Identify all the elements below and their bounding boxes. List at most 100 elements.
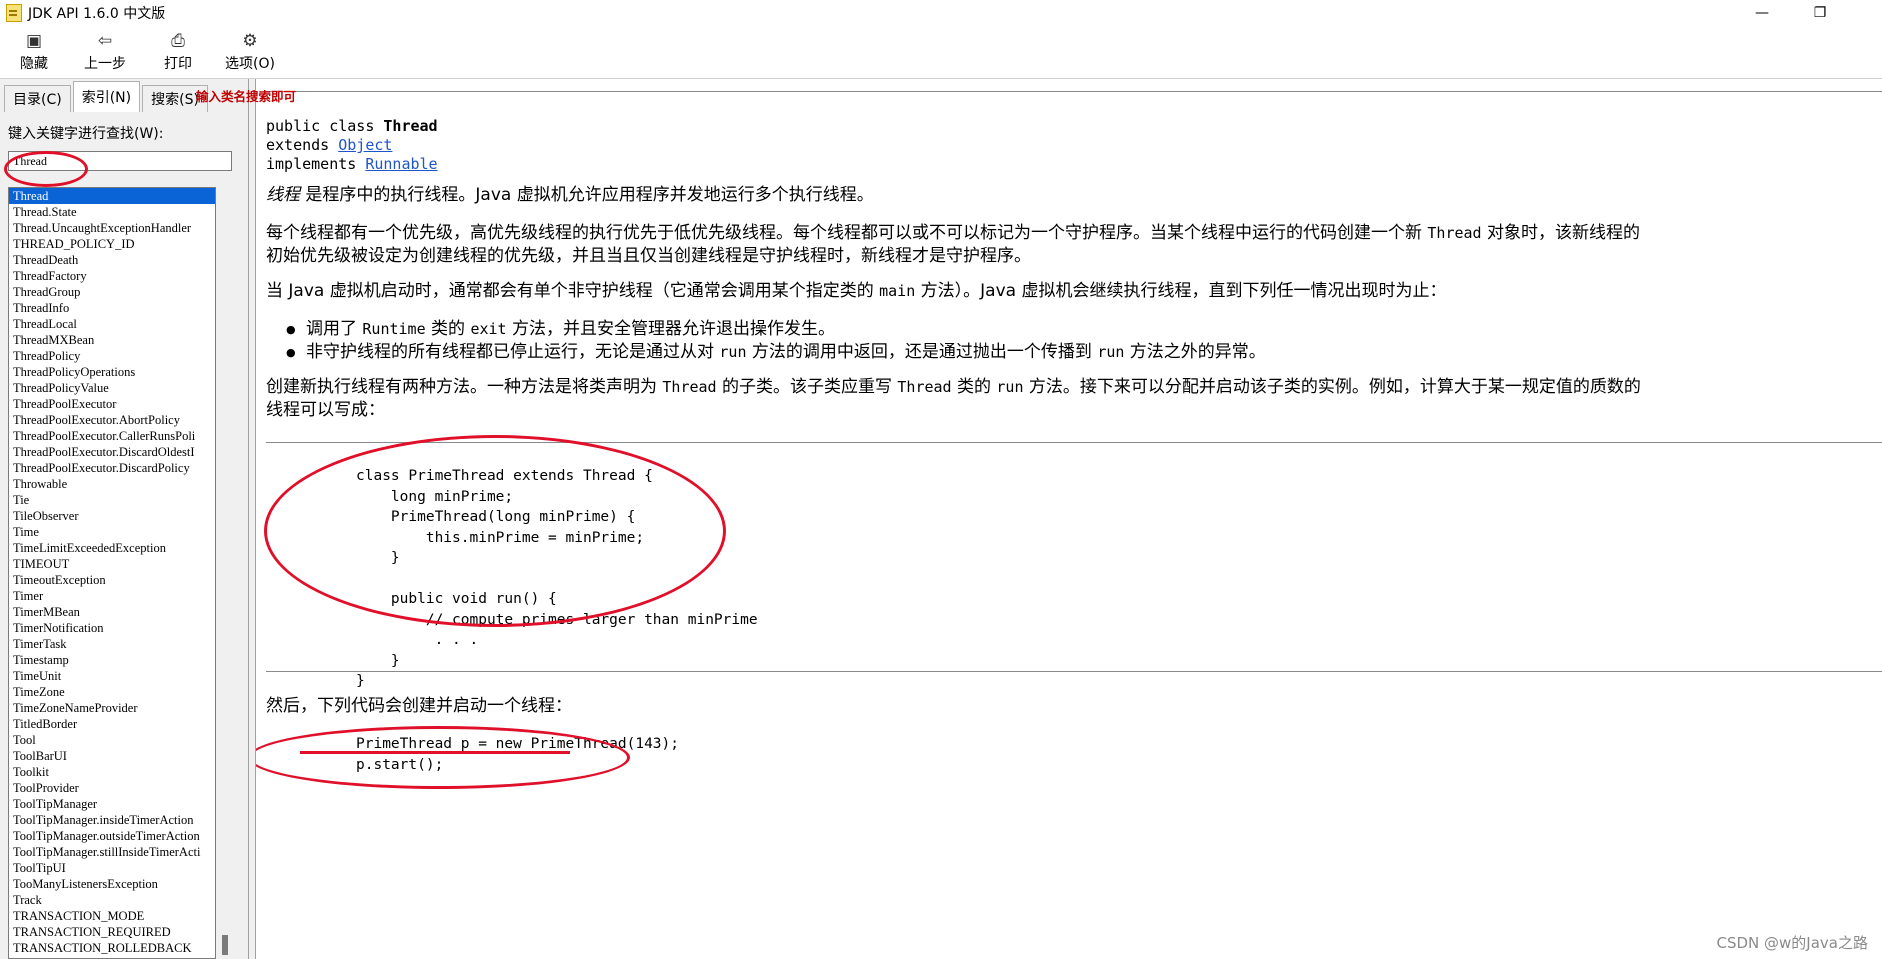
code-inline: Thread bbox=[662, 378, 717, 396]
object-link[interactable]: Object bbox=[338, 136, 392, 154]
text: 方法，并且安全管理器允许退出操作发生。 bbox=[506, 319, 835, 339]
runnable-link[interactable]: Runnable bbox=[365, 155, 437, 173]
list-item[interactable]: ThreadPoolExecutor bbox=[9, 396, 215, 412]
help-book-icon bbox=[6, 4, 22, 22]
content-pane: public class Thread extends Object imple… bbox=[256, 79, 1882, 959]
hide-button[interactable]: ▣ 隐藏 bbox=[20, 30, 48, 73]
list-item[interactable]: TileObserver bbox=[9, 508, 215, 524]
list-item[interactable]: ThreadPoolExecutor.DiscardOldestI bbox=[9, 444, 215, 460]
text: 每个线程都有一个优先级，高优先级线程的执行优先于低优先级线程。每个线程都可以或不… bbox=[266, 223, 1428, 243]
intro-text: 是程序中的执行线程。Java 虚拟机允许应用程序并发地运行多个执行线程。 bbox=[300, 185, 874, 205]
list-item[interactable]: ToolBarUI bbox=[9, 748, 215, 764]
list-item[interactable]: Throwable bbox=[9, 476, 215, 492]
code-inline: Runtime bbox=[362, 320, 426, 338]
list-item[interactable]: ThreadPoolExecutor.CallerRunsPoli bbox=[9, 428, 215, 444]
list-item[interactable]: Thread.State bbox=[9, 204, 215, 220]
options-label: 选项(O) bbox=[225, 56, 275, 72]
divider bbox=[266, 671, 1882, 672]
list-item[interactable]: ToolTipManager.stillInsideTimerActi bbox=[9, 844, 215, 860]
list-item[interactable]: ThreadPolicy bbox=[9, 348, 215, 364]
class-name: Thread bbox=[383, 117, 438, 135]
list-item[interactable]: TimeZone bbox=[9, 684, 215, 700]
list-item[interactable]: Thread bbox=[9, 188, 215, 204]
annotation-ellipse-start bbox=[256, 726, 630, 789]
list-item[interactable]: ToolTipManager.outsideTimerAction bbox=[9, 828, 215, 844]
text: 类的 bbox=[425, 319, 471, 339]
term-thread: 线程 bbox=[266, 185, 300, 205]
list-item[interactable]: TimeUnit bbox=[9, 668, 215, 684]
minimize-button[interactable]: — bbox=[1742, 0, 1782, 26]
text: 方法的调用中返回，还是通过抛出一个传播到 bbox=[746, 342, 1098, 362]
list-item[interactable]: Tool bbox=[9, 732, 215, 748]
list-item[interactable]: ThreadDeath bbox=[9, 252, 215, 268]
list-item[interactable]: TimerTask bbox=[9, 636, 215, 652]
decl-extends-keyword: extends bbox=[266, 136, 339, 154]
hide-pane-icon: ▣ bbox=[25, 31, 43, 51]
list-item[interactable]: ToolTipManager bbox=[9, 796, 215, 812]
list-item[interactable]: ThreadPolicyValue bbox=[9, 380, 215, 396]
restore-button[interactable]: ❐ bbox=[1800, 0, 1840, 26]
list-item[interactable]: Thread.UncaughtExceptionHandler bbox=[9, 220, 215, 236]
annotation-ellipse-input bbox=[4, 151, 88, 187]
code-inline: run bbox=[1097, 343, 1125, 361]
text: 方法。接下来可以分配并启动该子类的实例。例如，计算大于某一规定值的质数的 bbox=[1023, 377, 1641, 397]
code-inline: main bbox=[879, 282, 916, 300]
list-item[interactable]: TRANSACTION_ROLLEDBACK bbox=[9, 940, 215, 956]
back-button[interactable]: ⇦ 上一步 bbox=[84, 30, 126, 73]
window-title: JDK API 1.6.0 中文版 bbox=[28, 6, 166, 22]
code-inline: run bbox=[996, 378, 1024, 396]
list-item[interactable]: TimerNotification bbox=[9, 620, 215, 636]
list-item[interactable]: TimeoutException bbox=[9, 572, 215, 588]
list-item[interactable]: ThreadInfo bbox=[9, 300, 215, 316]
index-list[interactable]: Thread Thread.State Thread.UncaughtExcepti… bbox=[8, 187, 216, 959]
list-item[interactable]: TIMEOUT bbox=[9, 556, 215, 572]
keyword-label: 键入关键字进行查找(W): bbox=[8, 126, 164, 142]
annotation-ellipse-code bbox=[264, 435, 726, 627]
tab-index[interactable]: 索引(N) bbox=[72, 81, 141, 112]
text: 的子类。该子类应重写 bbox=[716, 377, 898, 397]
code-inline: Thread bbox=[1427, 224, 1482, 242]
pane-splitter[interactable] bbox=[249, 79, 256, 959]
text: 线程可以写成： bbox=[266, 400, 385, 420]
list-item[interactable]: ThreadLocal bbox=[9, 316, 215, 332]
text: 方法）。Java 虚拟机会继续执行线程，直到下列任一情况出现时为止： bbox=[915, 281, 1447, 301]
list-item[interactable]: ToolTipManager.insideTimerAction bbox=[9, 812, 215, 828]
decl-implements-keyword: implements bbox=[266, 155, 366, 173]
text: 对象时，该新线程的 bbox=[1481, 223, 1640, 243]
list-item[interactable]: ThreadMXBean bbox=[9, 332, 215, 348]
list-item[interactable]: THREAD_POLICY_ID bbox=[9, 236, 215, 252]
list-item[interactable]: Time bbox=[9, 524, 215, 540]
scrollbar-thumb[interactable] bbox=[222, 935, 228, 955]
list-item[interactable]: ToolTipUI bbox=[9, 860, 215, 876]
list-item[interactable]: TimerMBean bbox=[9, 604, 215, 620]
list-item[interactable]: Tie bbox=[9, 492, 215, 508]
exit-conditions-list: 调用了 Runtime 类的 exit 方法，并且安全管理器允许退出操作发生。 … bbox=[286, 318, 1266, 364]
print-button[interactable]: ⎙ 打印 bbox=[164, 30, 192, 73]
list-item[interactable]: TitledBorder bbox=[9, 716, 215, 732]
text: 非守护线程的所有线程都已停止运行，无论是通过从对 bbox=[306, 342, 720, 362]
index-list-scrollbar[interactable] bbox=[218, 187, 232, 959]
list-item[interactable]: ThreadPoolExecutor.AbortPolicy bbox=[9, 412, 215, 428]
list-item[interactable]: Timer bbox=[9, 588, 215, 604]
list-item[interactable]: Track bbox=[9, 892, 215, 908]
list-item[interactable]: TRANSACTION_REQUIRED bbox=[9, 924, 215, 940]
list-item[interactable]: Toolkit bbox=[9, 764, 215, 780]
list-item[interactable]: TimeZoneNameProvider bbox=[9, 700, 215, 716]
tab-contents[interactable]: 目录(C) bbox=[4, 85, 71, 112]
options-button[interactable]: ⚙ 选项(O) bbox=[225, 30, 275, 73]
text: 创建新执行线程有两种方法。一种方法是将类声明为 bbox=[266, 377, 663, 397]
list-item[interactable]: TimeLimitExceededException bbox=[9, 540, 215, 556]
list-item[interactable]: Timestamp bbox=[9, 652, 215, 668]
text: 调用了 bbox=[306, 319, 363, 339]
list-item[interactable]: ThreadPoolExecutor.DiscardPolicy bbox=[9, 460, 215, 476]
list-item[interactable]: ThreadGroup bbox=[9, 284, 215, 300]
divider bbox=[266, 91, 1882, 92]
list-item[interactable]: ThreadFactory bbox=[9, 268, 215, 284]
back-arrow-icon: ⇦ bbox=[97, 31, 113, 51]
list-item[interactable]: TooManyListenersException bbox=[9, 876, 215, 892]
list-item[interactable]: TRANSACTION_MODE bbox=[9, 908, 215, 924]
list-item: 非守护线程的所有线程都已停止运行，无论是通过从对 run 方法的调用中返回，还是… bbox=[286, 341, 1266, 364]
options-icon: ⚙ bbox=[242, 31, 258, 51]
list-item[interactable]: ToolProvider bbox=[9, 780, 215, 796]
list-item[interactable]: ThreadPolicyOperations bbox=[9, 364, 215, 380]
